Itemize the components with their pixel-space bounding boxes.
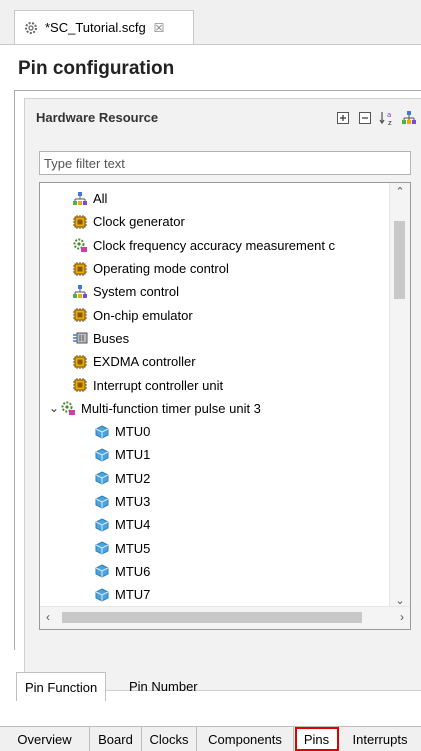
tree-item-label: MTU1 <box>115 447 151 463</box>
tab-pin-function[interactable]: Pin Function <box>16 672 107 701</box>
chevron-down-icon[interactable]: ⌄ <box>48 401 60 415</box>
tree-item[interactable]: System control <box>40 280 390 303</box>
tree-item[interactable]: Clock generator <box>40 210 390 233</box>
tab-overview-label: Overview <box>17 731 72 747</box>
page-title: Pin configuration <box>18 58 175 79</box>
gear-pin-icon <box>60 400 76 416</box>
tree-item-label: EXDMA controller <box>93 354 196 370</box>
tab-components[interactable]: Components <box>197 727 294 751</box>
configuration-page-tabs: Overview Board Clocks Components Pins In… <box>0 726 421 751</box>
tree-item[interactable]: MTU1 <box>40 443 390 466</box>
scroll-left-icon[interactable]: ‹ <box>46 610 50 624</box>
hierarchy-icon <box>72 191 88 207</box>
module-cube-icon <box>94 517 110 533</box>
tab-clocks[interactable]: Clocks <box>142 727 197 751</box>
horizontal-scroll-thumb[interactable] <box>62 612 362 623</box>
tree-item-label: Multi-function timer pulse unit 3 <box>81 400 261 416</box>
svg-text:a: a <box>387 111 391 119</box>
hierarchy-icon[interactable] <box>401 110 417 126</box>
tab-interrupts[interactable]: Interrupts <box>339 727 421 751</box>
module-cube-icon <box>94 424 110 440</box>
module-cube-icon <box>94 494 110 510</box>
tree-item-label: System control <box>93 284 179 300</box>
tab-pin-number[interactable]: Pin Number <box>121 672 206 701</box>
editor-tab[interactable]: *SC_Tutorial.scfg ☒ <box>14 10 194 44</box>
sort-icon[interactable]: a z <box>379 110 395 126</box>
tree-item-label: On-chip emulator <box>93 307 193 323</box>
tree-item-label: Buses <box>93 330 130 346</box>
tree-item[interactable]: MTU4 <box>40 513 390 536</box>
tree-item[interactable]: MTU7 <box>40 583 390 606</box>
tab-pin-number-label: Pin Number <box>129 679 198 694</box>
collapse-all-icon[interactable] <box>357 110 373 126</box>
editor-tab-title: *SC_Tutorial.scfg <box>45 20 146 35</box>
tree-item[interactable]: Interrupt controller unit <box>40 373 390 396</box>
module-cube-icon <box>94 447 110 463</box>
tree-item-label: Interrupt controller unit <box>93 377 224 393</box>
tab-pin-function-label: Pin Function <box>25 679 98 695</box>
tree-item-label: MTU2 <box>115 470 151 486</box>
tree-item-label: MTU4 <box>115 517 151 533</box>
pin-view-tabs: Pin Function Pin Number <box>0 672 421 702</box>
chip-icon <box>72 261 88 277</box>
tree-item-label: Operating mode control <box>93 261 229 277</box>
tree-item[interactable]: MTU6 <box>40 560 390 583</box>
svg-text:z: z <box>388 119 392 126</box>
filter-input[interactable] <box>39 151 411 175</box>
tree-item[interactable]: MTU0 <box>40 420 390 443</box>
module-cube-icon <box>94 470 110 486</box>
tree-item-label: Clock frequency accuracy measurement c <box>93 237 336 253</box>
chip-icon <box>72 307 88 323</box>
tab-overview[interactable]: Overview <box>0 727 90 751</box>
tab-clocks-label: Clocks <box>149 731 189 747</box>
hardware-resource-title: Hardware Resource <box>36 110 159 125</box>
tab-pins-label: Pins <box>303 731 330 747</box>
tree-item[interactable]: Buses <box>40 327 390 350</box>
tab-board-label: Board <box>98 731 133 747</box>
tree-item-label: Clock generator <box>93 214 185 230</box>
vertical-scrollbar[interactable]: ⌃ ⌄ <box>389 183 410 609</box>
tree-item-label: MTU7 <box>115 587 151 603</box>
gear-icon <box>25 21 37 34</box>
tree-list: All Clock generator Clock frequency accura… <box>40 187 390 629</box>
gear-pin-icon <box>72 237 88 253</box>
tree-item-label: MTU6 <box>115 563 151 579</box>
module-cube-icon <box>94 587 110 603</box>
bus-icon <box>72 330 88 346</box>
module-cube-icon <box>94 563 110 579</box>
hardware-resource-tree[interactable]: All Clock generator Clock frequency accura… <box>39 182 411 630</box>
scroll-right-icon[interactable]: › <box>400 610 404 624</box>
tree-item[interactable]: Operating mode control <box>40 257 390 280</box>
tree-item[interactable]: On-chip emulator <box>40 303 390 326</box>
chip-icon <box>72 354 88 370</box>
tab-interrupts-label: Interrupts <box>352 731 408 747</box>
chip-icon <box>72 214 88 230</box>
scroll-up-icon[interactable]: ⌃ <box>390 185 410 198</box>
hardware-resource-toolbar: a z <box>335 110 417 126</box>
tab-components-label: Components <box>208 731 282 747</box>
horizontal-scrollbar[interactable]: ‹ › <box>40 606 410 629</box>
chip-icon <box>72 377 88 393</box>
expand-all-icon[interactable] <box>335 110 351 126</box>
hierarchy-icon <box>72 284 88 300</box>
editor-tab-bar: *SC_Tutorial.scfg ☒ <box>0 0 421 45</box>
tree-item-label: All <box>93 191 108 207</box>
tab-board[interactable]: Board <box>90 727 142 751</box>
tree-item[interactable]: EXDMA controller <box>40 350 390 373</box>
tree-item[interactable]: MTU5 <box>40 536 390 559</box>
vertical-scroll-thumb[interactable] <box>394 221 405 299</box>
tree-item[interactable]: MTU3 <box>40 490 390 513</box>
module-cube-icon <box>94 540 110 556</box>
close-icon[interactable]: ☒ <box>154 21 165 35</box>
tree-item[interactable]: Clock frequency accuracy measurement c <box>40 234 390 257</box>
tree-item[interactable]: All <box>40 187 390 210</box>
tree-item-label: MTU0 <box>115 424 151 440</box>
tree-item[interactable]: MTU2 <box>40 467 390 490</box>
tree-item[interactable]: ⌄ Multi-function timer pulse unit 3 <box>40 397 390 420</box>
tab-pins[interactable]: Pins <box>295 727 339 751</box>
tree-item-label: MTU5 <box>115 540 151 556</box>
tree-item-label: MTU3 <box>115 494 151 509</box>
